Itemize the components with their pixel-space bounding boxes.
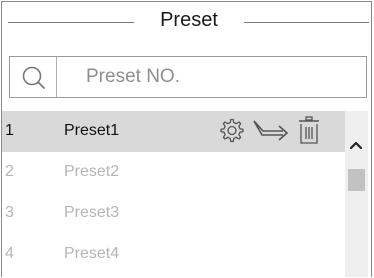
divider (244, 22, 369, 23)
scrollbar[interactable] (345, 111, 368, 277)
preset-name: Preset4 (64, 245, 120, 262)
scroll-thumb[interactable] (348, 169, 365, 191)
gear-icon (220, 118, 244, 143)
preset-number: 3 (5, 204, 14, 221)
divider (8, 22, 134, 23)
preset-delete-button[interactable] (296, 115, 322, 152)
preset-name: Preset1 (64, 122, 120, 139)
preset-settings-button[interactable] (218, 115, 244, 150)
preset-name: Preset3 (64, 204, 120, 221)
preset-row[interactable]: 4 Preset4 (2, 234, 345, 275)
preset-number: 2 (5, 163, 14, 180)
search-button[interactable] (10, 57, 57, 97)
trash-icon (299, 116, 319, 144)
preset-row[interactable]: 1 Preset1 (2, 111, 345, 152)
preset-row[interactable]: 2 Preset2 (2, 152, 345, 193)
preset-row[interactable]: 3 Preset3 (2, 193, 345, 234)
preset-header: Preset (2, 2, 371, 42)
panel-title: Preset (160, 9, 218, 31)
preset-number: 1 (5, 122, 14, 139)
search-icon (22, 66, 45, 89)
scroll-up-button[interactable] (349, 137, 363, 155)
search-bar (9, 56, 367, 98)
preset-list: 1 Preset1 2 Preset2 3 Preset3 4 Preset4 (2, 111, 345, 277)
preset-panel: Preset 1 Preset1 (1, 1, 372, 277)
preset-name: Preset2 (64, 163, 120, 180)
chevron-up-icon (349, 141, 363, 150)
preset-call-button[interactable] (252, 115, 292, 150)
arrow-goto-icon (253, 120, 288, 141)
preset-number-input[interactable] (57, 57, 362, 97)
preset-number: 4 (5, 245, 14, 262)
